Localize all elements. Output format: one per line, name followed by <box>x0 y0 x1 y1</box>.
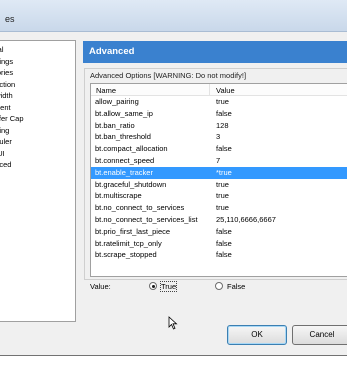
column-header-name[interactable]: Name <box>96 86 116 95</box>
list-row[interactable]: bt.no_connect_to_services true <box>91 202 347 214</box>
list-row[interactable]: bt.connect_speed 7 <box>91 155 347 167</box>
list-row-selected[interactable]: bt.enable_tracker *true <box>91 166 347 179</box>
list-row[interactable]: bt.compact_allocation false <box>91 143 347 155</box>
option-value: 25,110,6666,6667 <box>216 214 276 224</box>
value-true-label[interactable]: True <box>159 281 178 292</box>
tree-item-bittorrent[interactable]: orrent <box>0 102 65 114</box>
category-tree[interactable]: eral ettings ctories nection dwidth orre… <box>0 40 76 322</box>
option-name: bt.multiscrape <box>95 191 142 201</box>
list-row[interactable]: bt.prio_first_last_piece false <box>91 226 347 238</box>
list-row[interactable]: bt.ratelimit_tcp_only false <box>91 238 347 250</box>
radio-checked-icon[interactable] <box>149 282 157 290</box>
column-header-value[interactable]: Value <box>216 86 235 95</box>
option-name: bt.ban_ratio <box>95 120 135 130</box>
radio-unchecked-icon[interactable] <box>215 282 223 290</box>
list-row[interactable]: bt.allow_same_ip false <box>91 108 347 120</box>
option-name: allow_pairing <box>95 97 139 106</box>
value-label: Value: <box>90 282 111 291</box>
tree-item-general[interactable]: eral <box>0 44 65 56</box>
list-row[interactable]: allow_pairing true <box>91 96 347 108</box>
option-value: *true <box>216 167 232 177</box>
mouse-pointer-icon <box>168 316 178 330</box>
list-row[interactable]: bt.graceful_shutdown true <box>91 179 347 191</box>
tree-item-queueing[interactable]: ueing <box>0 125 65 137</box>
option-value: 3 <box>216 132 221 142</box>
tree-item-connection[interactable]: nection <box>0 79 65 91</box>
tree-item-scheduler[interactable]: eduler <box>0 136 65 148</box>
tree-item-web-ui[interactable]: o UI <box>0 148 65 160</box>
advanced-options-list[interactable]: Name Value allow_pairing true bt.allow_s… <box>90 83 347 277</box>
option-name: bt.ratelimit_tcp_only <box>95 238 162 248</box>
tree-item-directories[interactable]: ctories <box>0 67 65 79</box>
option-value: false <box>216 238 232 248</box>
option-name: bt.connect_speed <box>95 155 155 165</box>
section-header: Advanced <box>83 41 347 63</box>
group-label: Advanced Options [WARNING: Do not modify… <box>90 71 247 80</box>
preferences-dialog-body: eral ettings ctories nection dwidth orre… <box>0 32 347 356</box>
option-value: false <box>216 144 232 154</box>
tree-item-bandwidth[interactable]: dwidth <box>0 90 65 102</box>
option-name: bt.scrape_stopped <box>95 250 157 260</box>
option-name: bt.prio_first_last_piece <box>95 226 171 236</box>
option-name: bt.no_connect_to_services_list <box>95 214 198 224</box>
value-false-label[interactable]: False <box>227 282 245 291</box>
page-background <box>0 356 347 380</box>
tree-item-transfer-cap[interactable]: nsfer Cap <box>0 113 65 125</box>
value-editor: Value: True False <box>90 281 340 294</box>
tree-item-ui-settings[interactable]: ettings <box>0 56 65 68</box>
cancel-button[interactable]: Cancel <box>292 325 347 345</box>
option-value: true <box>216 97 229 106</box>
option-name: bt.no_connect_to_services <box>95 203 185 213</box>
option-value: 7 <box>216 155 221 165</box>
list-row[interactable]: bt.scrape_stopped false <box>91 249 347 261</box>
column-divider[interactable] <box>209 84 210 96</box>
list-row[interactable]: bt.multiscrape true <box>91 190 347 202</box>
option-value: false <box>216 108 232 118</box>
window-title: es <box>5 14 15 24</box>
list-row[interactable]: bt.ban_threshold 3 <box>91 131 347 143</box>
option-value: false <box>216 226 232 236</box>
option-name: bt.compact_allocation <box>95 144 168 154</box>
option-name: bt.ban_threshold <box>95 132 151 142</box>
option-value: true <box>216 179 229 189</box>
list-row[interactable]: bt.no_connect_to_services_list 25,110,66… <box>91 214 347 226</box>
option-name: bt.enable_tracker <box>95 167 153 177</box>
option-name: bt.allow_same_ip <box>95 108 153 118</box>
list-header: Name Value <box>91 84 347 96</box>
list-row[interactable]: bt.ban_ratio 128 <box>91 120 347 132</box>
advanced-options-group: Advanced Options [WARNING: Do not modify… <box>84 68 347 280</box>
ok-button[interactable]: OK <box>227 325 287 345</box>
option-value: true <box>216 191 229 201</box>
option-value: 128 <box>216 120 229 130</box>
tree-item-advanced[interactable]: anced <box>0 159 65 171</box>
title-bar: es <box>0 0 347 32</box>
option-value: true <box>216 203 229 213</box>
option-name: bt.graceful_shutdown <box>95 179 167 189</box>
option-value: false <box>216 250 232 260</box>
